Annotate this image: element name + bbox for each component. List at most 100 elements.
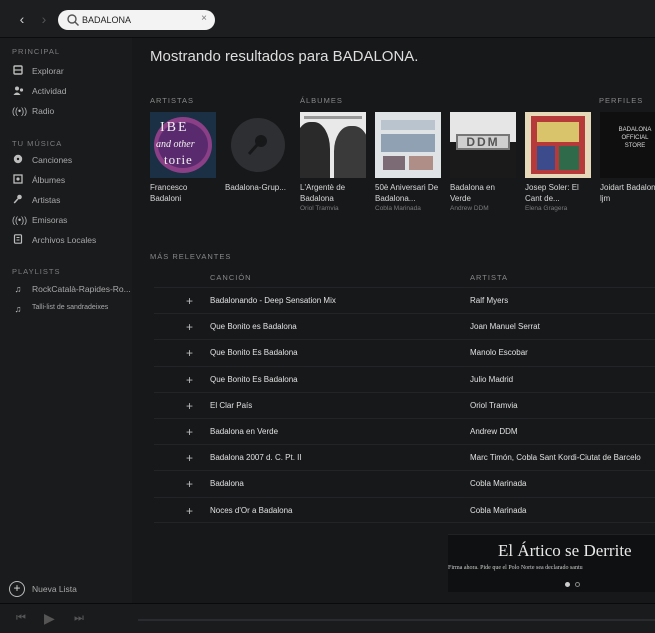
sidebar-item-label: Actividad (32, 86, 67, 96)
table-row[interactable]: + El Clar País Oriol Tramvia (154, 391, 655, 418)
album-card[interactable]: L'Argentè de Badalona Oriol Tramvia (300, 112, 368, 212)
album-cover-text: DDM (456, 134, 510, 150)
album-title[interactable]: 50è Aniversari De Badalona... (375, 182, 443, 204)
album-title[interactable]: Badalona en Verde (450, 182, 518, 204)
track-title[interactable]: Badalona 2007 d. C. Pt. II (210, 453, 302, 462)
album-title[interactable]: L'Argentè de Badalona (300, 182, 368, 204)
add-track-icon[interactable]: + (186, 346, 193, 360)
track-artist[interactable]: Manolo Escobar (470, 348, 528, 357)
track-artist[interactable]: Julio Madrid (470, 375, 513, 384)
add-track-icon[interactable]: + (186, 504, 193, 518)
sidebar-item-label: RockCatalà-Rapides-Ro... (32, 284, 131, 294)
sidebar-item-label: Álbumes (32, 175, 66, 185)
album-cover (375, 112, 441, 178)
album-card[interactable]: DDM Badalona en Verde Andrew DDM (450, 112, 518, 212)
track-artist[interactable]: Oriol Tramvia (470, 401, 518, 410)
next-track-icon[interactable]: ⏭ (74, 612, 84, 625)
back-button[interactable]: ‹ (14, 11, 30, 27)
album-artist[interactable]: Elena Gragera (525, 205, 593, 212)
artist-card[interactable]: Badalona-Grup... (225, 112, 293, 193)
carousel-dot[interactable] (575, 582, 580, 587)
sidebar-item-actividad[interactable]: Actividad (0, 82, 132, 100)
track-artist[interactable]: Marc Timón, Cobla Sant Kordi-Ciutat de B… (470, 453, 641, 462)
sidebar-item-playlist[interactable]: ♫ RockCatalà-Rapides-Ro... (0, 280, 132, 298)
clear-search-icon[interactable]: × (201, 13, 207, 24)
album-title[interactable]: Josep Soler: El Cant de... (525, 182, 593, 204)
sidebar-item-label: Talli-list de sandradeixes (32, 304, 109, 311)
track-artist[interactable]: Joan Manuel Serrat (470, 322, 540, 331)
sidebar-item-archivos-locales[interactable]: Archivos Locales (0, 231, 132, 249)
radio-icon: ((•)) (12, 106, 28, 116)
table-row[interactable]: + Badalona Cobla Marinada (154, 470, 655, 496)
album-cover: DDM (450, 112, 516, 178)
track-title[interactable]: Que Bonito es Badalona (210, 322, 297, 331)
advertisement-banner[interactable]: El Ártico se Derrite Firma ahora. Pide q… (448, 534, 655, 592)
sidebar-item-canciones[interactable]: Canciones (0, 151, 132, 169)
track-title[interactable]: Badalonando - Deep Sensation Mix (210, 296, 336, 305)
table-row[interactable]: + Badalonando - Deep Sensation Mix Ralf My… (154, 287, 655, 313)
sidebar-item-explorar[interactable]: Explorar (0, 62, 132, 80)
track-title[interactable]: Badalona en Verde (210, 427, 278, 436)
album-artist[interactable]: Oriol Tramvia (300, 205, 368, 212)
carousel-dot-active[interactable] (565, 582, 570, 587)
track-title[interactable]: Que Bonito Es Badalona (210, 375, 298, 384)
artist-name[interactable]: Badalona-Grup... (225, 182, 293, 193)
add-track-icon[interactable]: + (186, 477, 193, 491)
track-artist[interactable]: Cobla Marinada (470, 506, 526, 515)
table-row[interactable]: + Noces d'Or a Badalona Cobla Marinada (154, 496, 655, 523)
add-track-icon[interactable]: + (186, 425, 193, 439)
table-row[interactable]: + Que Bonito es Badalona Joan Manuel Serra… (154, 313, 655, 339)
search-box[interactable]: × (58, 10, 215, 30)
track-title[interactable]: Badalona (210, 479, 244, 488)
table-row[interactable]: + Badalona 2007 d. C. Pt. II Marc Timón, C… (154, 444, 655, 470)
column-header-song[interactable]: CANCIÓN (210, 273, 252, 282)
sidebar-item-label: Emisoras (32, 215, 68, 225)
add-track-icon[interactable]: + (186, 294, 193, 308)
table-row[interactable]: + Que Bonito Es Badalona Julio Madrid (154, 365, 655, 392)
forward-button[interactable]: › (36, 11, 52, 27)
songs-icon (12, 154, 24, 166)
album-card[interactable]: Josep Soler: El Cant de... Elena Gragera (525, 112, 593, 212)
add-track-icon[interactable]: + (186, 399, 193, 413)
artist-card[interactable]: IBE and other torie Francesco Badaloni (150, 112, 218, 204)
progress-bar[interactable] (138, 619, 655, 621)
microphone-icon (247, 135, 267, 155)
album-artist[interactable]: Cobla Marinada (375, 205, 443, 212)
album-card[interactable]: 50è Aniversari De Badalona... Cobla Mari… (375, 112, 443, 212)
sidebar-item-artistas[interactable]: Artistas (0, 191, 132, 209)
profile-card[interactable]: BADALONA OFFICIAL STORE Joidart Badalona… (600, 112, 655, 204)
ad-title: El Ártico se Derrite (498, 541, 632, 560)
new-playlist-button[interactable]: + Nueva Lista (0, 578, 132, 600)
sidebar-heading-playlists: PLAYLISTS (12, 267, 61, 276)
sidebar-heading-principal: PRINCIPAL (12, 47, 61, 56)
local-files-icon (12, 234, 24, 246)
track-title[interactable]: El Clar País (210, 401, 252, 410)
artists-icon (12, 194, 24, 206)
sidebar-item-radio[interactable]: ((•)) Radio (0, 102, 132, 120)
sidebar-item-albumes[interactable]: Álbumes (0, 171, 132, 189)
artist-image: IBE and other torie (150, 112, 216, 178)
artist-image-text: and other (156, 139, 195, 150)
sidebar-item-emisoras[interactable]: ((•)) Emisoras (0, 211, 132, 229)
track-title[interactable]: Que Bonito Es Badalona (210, 348, 298, 357)
column-header-artist[interactable]: ARTISTA (470, 273, 508, 282)
profile-image: BADALONA OFFICIAL STORE (600, 112, 655, 178)
add-track-icon[interactable]: + (186, 373, 193, 387)
table-row[interactable]: + Que Bonito Es Badalona Manolo Escobar (154, 339, 655, 365)
artist-name[interactable]: Francesco Badaloni (150, 182, 218, 204)
previous-track-icon[interactable]: ⏮ (16, 612, 26, 625)
add-track-icon[interactable]: + (186, 320, 193, 334)
add-track-icon[interactable]: + (186, 451, 193, 465)
track-title[interactable]: Noces d'Or a Badalona (210, 506, 292, 515)
album-artist[interactable]: Andrew DDM (450, 205, 518, 212)
track-artist[interactable]: Andrew DDM (470, 427, 518, 436)
sidebar-item-label: Artistas (32, 195, 61, 205)
track-artist[interactable]: Cobla Marinada (470, 479, 526, 488)
table-row[interactable]: + Badalona en Verde Andrew DDM (154, 417, 655, 444)
play-icon[interactable]: ▶ (44, 610, 55, 627)
search-input[interactable] (82, 12, 192, 28)
browse-icon (12, 65, 24, 77)
track-artist[interactable]: Ralf Myers (470, 296, 508, 305)
profile-name[interactable]: Joidart Badalona ljm (600, 182, 655, 204)
sidebar-item-playlist[interactable]: ♫ Talli-list de sandradeixes (0, 300, 132, 318)
